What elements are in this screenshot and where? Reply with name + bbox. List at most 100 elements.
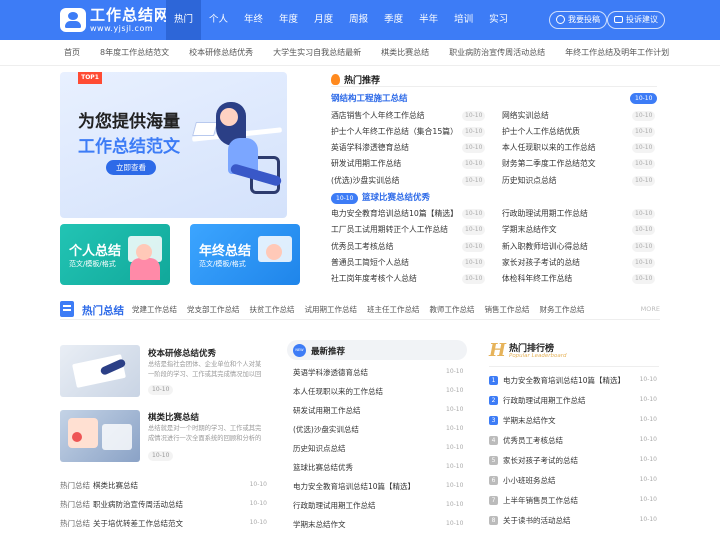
lightbulb-icon <box>556 15 565 24</box>
nav-item-quarterly[interactable]: 季度 <box>376 0 411 40</box>
newest-item[interactable]: 英语学科渗透德育总结 <box>293 367 368 378</box>
list-item[interactable]: 热门总结 关于培优转差工作总结范文 10-10 <box>60 518 267 532</box>
newest-item[interactable]: 研发试用期工作总结 <box>293 405 361 416</box>
category-tag: 热门总结 <box>60 500 90 509</box>
newest-item[interactable]: 篮球比赛总结优秀 <box>293 462 353 473</box>
list-item[interactable]: 行政助理试用期工作总结 <box>502 208 588 219</box>
list-item[interactable]: 本人任现职以来的工作总结 <box>502 142 596 153</box>
list-item[interactable]: 体检科年终工作总结 <box>502 273 572 284</box>
ranking-item[interactable]: 8 关于读书的活动总结 10-10 <box>489 515 659 529</box>
nav-item-personal[interactable]: 个人 <box>201 0 236 40</box>
year-end-summary-card[interactable]: 年终总结 范文/模板/格式 <box>190 224 300 285</box>
submit-button[interactable]: 我要投稿 <box>549 11 607 29</box>
subnav-home[interactable]: 首页 <box>64 40 80 65</box>
date-badge: 10-10 <box>632 127 656 137</box>
article-date: 10-10 <box>148 451 174 461</box>
newest-item[interactable]: 历史知识点总结 <box>293 443 346 454</box>
article-title[interactable]: 校本研修总结优秀 <box>148 347 216 359</box>
list-item[interactable]: 财务第二季度工作总结范文 <box>502 158 596 169</box>
nav-item-year-end[interactable]: 年终 <box>236 0 271 40</box>
article-title[interactable]: 棋类比赛总结 <box>148 411 199 423</box>
subnav-link[interactable]: 校本研修总结优秀 <box>189 40 253 65</box>
nav-item-training[interactable]: 培训 <box>446 0 481 40</box>
list-item[interactable]: 热门总结 棋类比赛总结 10-10 <box>60 480 267 494</box>
nav-item-weekly[interactable]: 周报 <box>341 0 376 40</box>
list-item[interactable]: 电力安全教育培训总结10篇【精选】 <box>331 208 458 219</box>
hero-banner[interactable]: TOP1 为您提供海量 工作总结范文 立即查看 <box>60 72 287 218</box>
logo-url: www.yjsjl.com <box>90 23 154 33</box>
category-link[interactable]: 党支部工作总结 <box>187 304 240 315</box>
subnav-link[interactable]: 大学生实习自我总结最新 <box>273 40 361 65</box>
logo-icon <box>60 8 86 32</box>
list-item[interactable]: 热门总结 职业病防治宣传周活动总结 10-10 <box>60 499 267 513</box>
category-link[interactable]: 销售工作总结 <box>485 304 530 315</box>
new-badge-icon <box>293 344 306 357</box>
list-item[interactable]: 新入职教师培训心得总结 <box>502 241 588 252</box>
ranking-item[interactable]: 7 上半年销售员工作总结 10-10 <box>489 495 659 509</box>
site-logo[interactable]: 工作总结网 www.yjsjl.com <box>60 7 170 33</box>
list-item[interactable]: 酒店销售个人年终工作总结 <box>331 110 425 121</box>
ranking-item[interactable]: 4 优秀员工考核总结 10-10 <box>489 435 659 449</box>
nav-item-annual[interactable]: 年度 <box>271 0 306 40</box>
newest-item[interactable]: 本人任现职以来的工作总结 <box>293 386 383 397</box>
category-link[interactable]: 班主任工作总结 <box>367 304 420 315</box>
rank-date: 10-10 <box>639 456 657 463</box>
list-item[interactable]: 护士个人年终工作总结（集合15篇） <box>331 126 458 137</box>
category-link[interactable]: 党建工作总结 <box>132 304 177 315</box>
category-link[interactable]: 财务工作总结 <box>540 304 585 315</box>
list-item[interactable]: 护士个人工作总结优质 <box>502 126 580 137</box>
article-thumbnail[interactable] <box>60 345 140 397</box>
ranking-item[interactable]: 1 电力安全教育培训总结10篇【精选】 10-10 <box>489 375 659 389</box>
list-item[interactable]: (优选)沙盘实训总结 <box>331 175 399 186</box>
date-badge: 10-10 <box>632 159 656 169</box>
date-badge: 10-10 <box>632 225 656 235</box>
newest-item[interactable]: (优选)沙盘实训总结 <box>293 424 359 435</box>
featured-article-link[interactable]: 钢结构工程施工总结 <box>331 92 408 104</box>
ranking-item[interactable]: 6 小小班班务总结 10-10 <box>489 475 659 489</box>
subnav-link[interactable]: 棋类比赛总结 <box>381 40 429 65</box>
flame-icon <box>331 73 340 85</box>
list-item[interactable]: 英语学科渗透德育总结 <box>331 142 409 153</box>
category-link[interactable]: 试用期工作总结 <box>305 304 358 315</box>
nav-item-half-year[interactable]: 半年 <box>411 0 446 40</box>
subnav-link[interactable]: 8年度工作总结范文 <box>100 40 169 65</box>
ranking-item[interactable]: 5 家长对孩子考试的总结 10-10 <box>489 455 659 469</box>
category-link[interactable]: 扶贫工作总结 <box>250 304 295 315</box>
nav-item-monthly[interactable]: 月度 <box>306 0 341 40</box>
divider <box>489 366 659 367</box>
newest-item[interactable]: 行政助理试用期工作总结 <box>293 500 376 511</box>
list-item[interactable]: 优秀员工考核总结 <box>331 241 393 252</box>
list-item[interactable]: 社工岗年度考核个人总结 <box>331 273 417 284</box>
subnav-link[interactable]: 职业病防治宣传周活动总结 <box>449 40 545 65</box>
feedback-button[interactable]: 投诉建议 <box>607 11 665 29</box>
newest-item[interactable]: 学期末总结作文 <box>293 519 346 530</box>
view-now-button[interactable]: 立即查看 <box>106 160 156 175</box>
date-badge: 10-10 <box>462 209 486 219</box>
card-subtitle: 范文/模板/格式 <box>199 260 246 268</box>
rank-date: 10-10 <box>639 376 657 383</box>
article-thumbnail[interactable] <box>60 410 140 462</box>
featured-article-link[interactable]: 篮球比赛总结优秀 <box>362 191 430 203</box>
subnav-link[interactable]: 年终工作总结及明年工作计划 <box>565 40 669 65</box>
more-link[interactable]: MORE <box>641 305 660 313</box>
personal-summary-card[interactable]: 个人总结 范文/模板/格式 <box>60 224 170 285</box>
date-badge: 10-10 <box>462 111 486 121</box>
ranking-item[interactable]: 3 学期末总结作文 10-10 <box>489 415 659 429</box>
list-item[interactable]: 研发试用期工作总结 <box>331 158 401 169</box>
list-item[interactable]: 普通员工简短个人总结 <box>331 257 409 268</box>
list-item[interactable]: 家长对孩子考试的总结 <box>502 257 580 268</box>
list-item[interactable]: 历史知识点总结 <box>502 175 557 186</box>
list-item[interactable]: 学期末总结作文 <box>502 224 557 235</box>
main-nav: 热门 个人 年终 年度 月度 周报 季度 半年 培训 实习 <box>166 0 516 40</box>
item-date: 10-10 <box>446 406 464 413</box>
date-badge: 10-10 <box>462 258 486 268</box>
nav-item-hot[interactable]: 热门 <box>166 0 202 40</box>
card-title: 年终总结 <box>199 244 252 259</box>
category-link[interactable]: 教师工作总结 <box>430 304 475 315</box>
newest-item[interactable]: 电力安全教育培训总结10篇【精选】 <box>293 481 415 492</box>
list-item[interactable]: 工厂员工试用期转正个人工作总结 <box>331 224 448 235</box>
list-item[interactable]: 网络实训总结 <box>502 110 549 121</box>
rank-number: 4 <box>489 436 498 445</box>
nav-item-internship[interactable]: 实习 <box>481 0 516 40</box>
ranking-item[interactable]: 2 行政助理试用期工作总结 10-10 <box>489 395 659 409</box>
